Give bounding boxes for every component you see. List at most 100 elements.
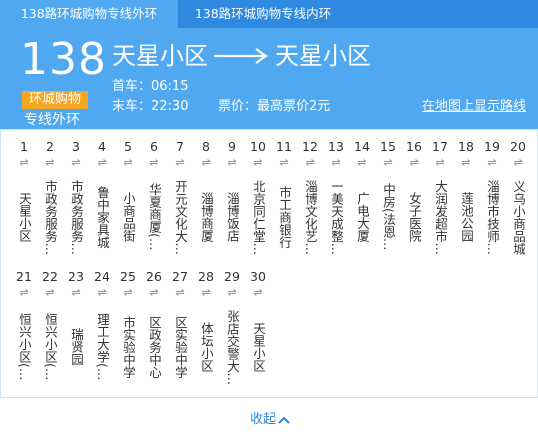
stop-name: 天星小区	[17, 192, 31, 242]
stop-item[interactable]: 21 ⇌ 恒兴小区(…	[11, 269, 37, 393]
stop-name: 女子医院	[407, 192, 421, 242]
stop-item[interactable]: 30 ⇌ 天星小区	[245, 269, 271, 393]
stop-index: 27	[172, 269, 188, 284]
stop-item[interactable]: 22 ⇌ 恒兴小区(…	[37, 269, 63, 393]
stop-item[interactable]: 20 ⇌ 义乌小商品城	[505, 139, 531, 263]
stop-index: 21	[16, 269, 32, 284]
destination-stop: 天星小区	[275, 42, 371, 70]
origin-stop: 天星小区	[112, 42, 208, 70]
swap-icon: ⇌	[19, 286, 29, 299]
stop-item[interactable]: 7 ⇌ 开元文化大…	[167, 139, 193, 263]
stop-name: 一美天成整…	[329, 179, 343, 255]
stop-index: 8	[202, 139, 210, 154]
stop-index: 5	[124, 139, 132, 154]
stop-name: 淄博商厦	[199, 192, 213, 242]
first-bus-time: 首车：06:15	[112, 79, 189, 94]
swap-icon: ⇌	[71, 156, 81, 169]
stop-name: 瑞贤园	[69, 328, 83, 366]
stop-item[interactable]: 5 ⇌ 小商品街	[115, 139, 141, 263]
stop-item[interactable]: 18 ⇌ 莲池公园	[453, 139, 479, 263]
stop-item[interactable]: 26 ⇌ 区政务中心	[141, 269, 167, 393]
stop-name: 中房(法恩…	[381, 183, 395, 251]
tab-inner-loop[interactable]: 138路环城购物专线内环	[178, 0, 348, 28]
stop-name: 区实验中学	[173, 315, 187, 379]
stop-item[interactable]: 17 ⇌ 大润发超市…	[427, 139, 453, 263]
swap-icon: ⇌	[253, 156, 263, 169]
stop-name: 市政务服务…	[43, 179, 57, 255]
swap-icon: ⇌	[487, 156, 497, 169]
stop-item[interactable]: 13 ⇌ 一美天成整…	[323, 139, 349, 263]
stop-item[interactable]: 11 ⇌ 市工商银行	[271, 139, 297, 263]
stop-name: 华夏商厦(…	[147, 183, 161, 251]
stop-item[interactable]: 14 ⇌ 广电大厦	[349, 139, 375, 263]
route-subtitle: 专线外环	[24, 112, 80, 128]
swap-icon: ⇌	[201, 156, 211, 169]
stop-item[interactable]: 6 ⇌ 华夏商厦(…	[141, 139, 167, 263]
stop-name: 恒兴小区(…	[17, 313, 31, 381]
stop-index: 17	[432, 139, 448, 154]
swap-icon: ⇌	[45, 156, 55, 169]
tab-outer-loop[interactable]: 138路环城购物专线外环	[0, 0, 178, 28]
stop-name: 体坛小区	[199, 322, 213, 372]
show-on-map-link[interactable]: 在地图上显示路线	[422, 98, 526, 116]
footer: 收起	[0, 398, 538, 438]
stop-name: 理工大学(…	[95, 313, 109, 381]
stop-index: 19	[484, 139, 500, 154]
stop-item[interactable]: 23 ⇌ 瑞贤园	[63, 269, 89, 393]
stop-item[interactable]: 10 ⇌ 北京同仁堂…	[245, 139, 271, 263]
swap-icon: ⇌	[435, 156, 445, 169]
stop-item[interactable]: 9 ⇌ 淄博饭店	[219, 139, 245, 263]
stop-item[interactable]: 29 ⇌ 张店交警大…	[219, 269, 245, 393]
swap-icon: ⇌	[201, 286, 211, 299]
stop-index: 15	[380, 139, 396, 154]
stop-index: 28	[198, 269, 214, 284]
swap-icon: ⇌	[149, 286, 159, 299]
stop-name: 市实验中学	[121, 315, 135, 379]
stop-item[interactable]: 15 ⇌ 中房(法恩…	[375, 139, 401, 263]
chevron-up-icon[interactable]	[278, 416, 290, 424]
stop-item[interactable]: 27 ⇌ 区实验中学	[167, 269, 193, 393]
swap-icon: ⇌	[461, 156, 471, 169]
swap-icon: ⇌	[409, 156, 419, 169]
stop-item[interactable]: 8 ⇌ 淄博商厦	[193, 139, 219, 263]
stop-name: 张店交警大…	[225, 309, 239, 385]
swap-icon: ⇌	[71, 286, 81, 299]
stop-name: 鲁中家具城	[95, 185, 109, 249]
stop-name: 市工商银行	[277, 185, 291, 249]
stop-name: 恒兴小区(…	[43, 313, 57, 381]
stop-index: 24	[94, 269, 110, 284]
stop-item[interactable]: 28 ⇌ 体坛小区	[193, 269, 219, 393]
stop-index: 6	[150, 139, 158, 154]
stop-item[interactable]: 24 ⇌ 理工大学(…	[89, 269, 115, 393]
stop-index: 2	[46, 139, 54, 154]
stop-name: 小商品街	[121, 192, 135, 242]
collapse-button[interactable]: 收起	[250, 412, 276, 428]
stop-item[interactable]: 12 ⇌ 淄博文化艺…	[297, 139, 323, 263]
stop-item[interactable]: 19 ⇌ 淄博市技师…	[479, 139, 505, 263]
stop-name: 义乌小商品城	[511, 179, 525, 255]
stop-item[interactable]: 16 ⇌ 女子医院	[401, 139, 427, 263]
stop-item[interactable]: 2 ⇌ 市政务服务…	[37, 139, 63, 263]
swap-icon: ⇌	[513, 156, 523, 169]
stop-name: 开元文化大…	[173, 179, 187, 255]
arrow-right-icon	[214, 48, 268, 64]
stop-item[interactable]: 1 ⇌ 天星小区	[11, 139, 37, 263]
stop-index: 18	[458, 139, 474, 154]
stop-item[interactable]: 25 ⇌ 市实验中学	[115, 269, 141, 393]
stop-name: 北京同仁堂…	[251, 179, 265, 255]
stop-name: 市政务服务…	[69, 179, 83, 255]
stop-list: 1 ⇌ 天星小区 2 ⇌ 市政务服务… 3 ⇌ 市政务服务… 4 ⇌ 鲁中家具城 5 ⇌ 小商品街 6 ⇌ 华夏商…	[0, 129, 538, 398]
swap-icon: ⇌	[227, 156, 237, 169]
stop-index: 4	[98, 139, 106, 154]
stop-item[interactable]: 4 ⇌ 鲁中家具城	[89, 139, 115, 263]
swap-icon: ⇌	[253, 286, 263, 299]
stop-index: 30	[250, 269, 266, 284]
swap-icon: ⇌	[279, 156, 289, 169]
swap-icon: ⇌	[383, 156, 393, 169]
route-badge: 环城购物	[22, 91, 88, 109]
stop-item[interactable]: 3 ⇌ 市政务服务…	[63, 139, 89, 263]
stop-name: 大润发超市…	[433, 179, 447, 255]
stop-index: 9	[228, 139, 236, 154]
stop-index: 25	[120, 269, 136, 284]
stop-index: 3	[72, 139, 80, 154]
